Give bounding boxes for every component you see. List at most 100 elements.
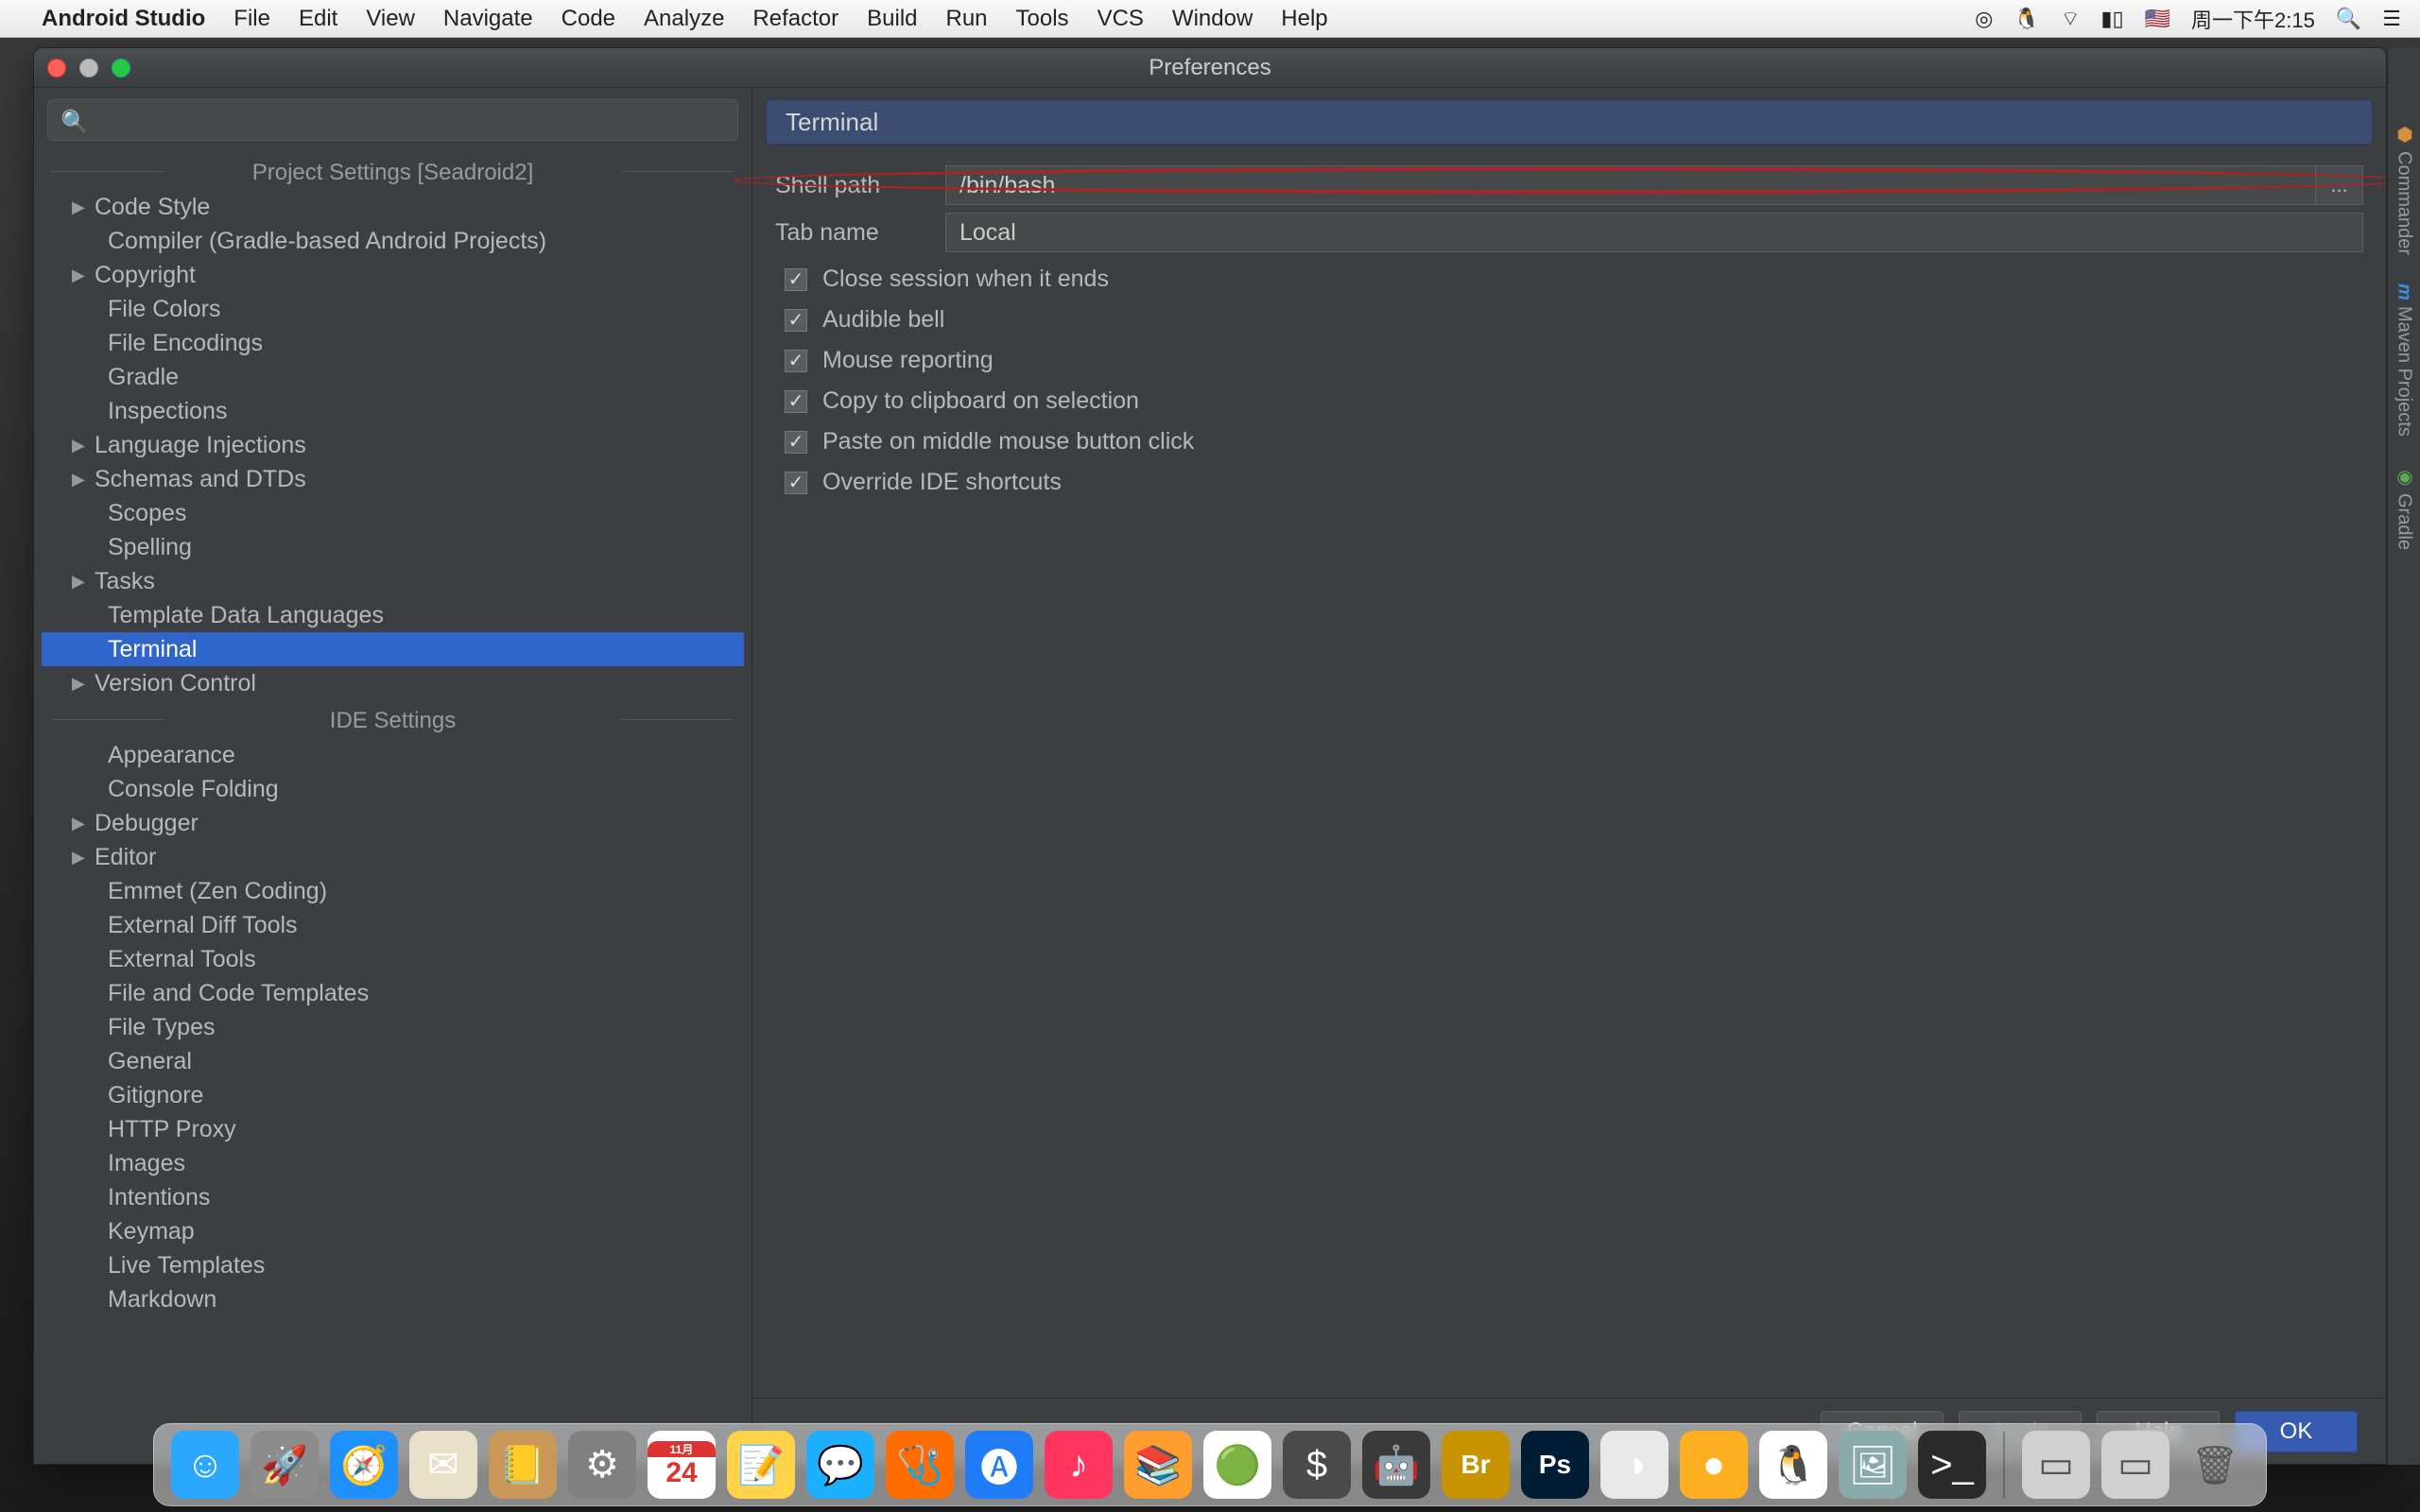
notification-center-icon[interactable]: ☰ <box>2382 7 2401 31</box>
checkbox-row[interactable]: ✓Audible bell <box>785 306 2363 334</box>
shell-path-input[interactable] <box>945 165 2316 205</box>
tree-item-debugger[interactable]: ▶Debugger <box>42 806 744 840</box>
tree-item-general[interactable]: General <box>42 1044 744 1078</box>
dock-app-appstore[interactable]: 🅐 <box>965 1431 1033 1499</box>
tool-tab-maven[interactable]: mMaven Projects <box>2394 284 2415 437</box>
tree-item-schemas-and-dtds[interactable]: ▶Schemas and DTDs <box>42 462 744 496</box>
tree-item-http-proxy[interactable]: HTTP Proxy <box>42 1112 744 1146</box>
tree-item-appearance[interactable]: Appearance <box>42 738 744 772</box>
flag-icon[interactable]: 🇺🇸 <box>2145 7 2170 31</box>
dock-app-contacts[interactable]: 📒 <box>489 1431 557 1499</box>
checkbox[interactable]: ✓ <box>785 431 807 454</box>
tool-tab-gradle[interactable]: ◉Gradle <box>2393 465 2415 550</box>
tree-item-terminal[interactable]: Terminal <box>42 632 744 666</box>
dock-window2[interactable]: ▭ <box>2101 1431 2169 1499</box>
tree-item-external-diff-tools[interactable]: External Diff Tools <box>42 908 744 942</box>
dock-app-sysprefs[interactable]: ⚙ <box>568 1431 636 1499</box>
status-icon-1[interactable]: ◎ <box>1975 7 1993 31</box>
tree-item-spelling[interactable]: Spelling <box>42 530 744 564</box>
dock-app-calendar[interactable]: 11月24 <box>648 1431 716 1499</box>
tree-item-live-templates[interactable]: Live Templates <box>42 1248 744 1282</box>
menu-refactor[interactable]: Refactor <box>752 6 838 32</box>
tree-item-markdown[interactable]: Markdown <box>42 1282 744 1316</box>
tree-item-scopes[interactable]: Scopes <box>42 496 744 530</box>
menu-view[interactable]: View <box>366 6 415 32</box>
dock-app-bridge[interactable]: Br <box>1442 1431 1510 1499</box>
checkbox[interactable]: ✓ <box>785 309 807 332</box>
tab-name-input[interactable] <box>945 213 2363 252</box>
dock-app-photos[interactable]: 🖼 <box>1839 1431 1907 1499</box>
window-titlebar[interactable]: Preferences <box>34 48 2386 88</box>
clock[interactable]: 周一下午2:15 <box>2191 4 2315 34</box>
menu-code[interactable]: Code <box>562 6 615 32</box>
dock-app-chrome[interactable]: 🟢 <box>1203 1431 1271 1499</box>
checkbox-row[interactable]: ✓Paste on middle mouse button click <box>785 428 2363 455</box>
tree-item-inspections[interactable]: Inspections <box>42 394 744 428</box>
checkbox-row[interactable]: ✓Override IDE shortcuts <box>785 469 2363 496</box>
tree-item-console-folding[interactable]: Console Folding <box>42 772 744 806</box>
checkbox[interactable]: ✓ <box>785 350 807 372</box>
menu-analyze[interactable]: Analyze <box>644 6 724 32</box>
preferences-tree[interactable]: Project Settings [Seadroid2]▶Code StyleC… <box>34 152 752 1464</box>
tree-item-compiler-gradle-based-android-projects-[interactable]: Compiler (Gradle-based Android Projects) <box>42 224 744 258</box>
menu-vcs[interactable]: VCS <box>1098 6 1144 32</box>
browse-shell-button[interactable]: ... <box>2316 165 2363 205</box>
dock-app-messages[interactable]: 💬 <box>806 1431 874 1499</box>
menu-window[interactable]: Window <box>1172 6 1253 32</box>
dock-app-qq[interactable]: 🐧 <box>1759 1431 1827 1499</box>
dock-app-finder[interactable]: ☺ <box>171 1431 239 1499</box>
checkbox-row[interactable]: ✓Mouse reporting <box>785 347 2363 374</box>
tree-item-file-and-code-templates[interactable]: File and Code Templates <box>42 976 744 1010</box>
dock-app-terminal[interactable]: >_ <box>1918 1431 1986 1499</box>
dock-app-mail[interactable]: ✉ <box>409 1431 477 1499</box>
tree-item-images[interactable]: Images <box>42 1146 744 1180</box>
tree-item-intentions[interactable]: Intentions <box>42 1180 744 1214</box>
dock-app-launchpad[interactable]: 🚀 <box>251 1431 319 1499</box>
checkbox[interactable]: ✓ <box>785 472 807 494</box>
spotlight-icon[interactable]: 🔍 <box>2336 7 2361 31</box>
tree-item-editor[interactable]: ▶Editor <box>42 840 744 874</box>
menu-help[interactable]: Help <box>1281 6 1327 32</box>
dock-app-photoshop[interactable]: Ps <box>1521 1431 1589 1499</box>
dock-app-itunes[interactable]: ♪ <box>1045 1431 1113 1499</box>
status-icon-qq[interactable]: 🐧 <box>2014 7 2039 31</box>
tree-item-gradle[interactable]: Gradle <box>42 360 744 394</box>
dock-app-app2[interactable]: ● <box>1680 1431 1748 1499</box>
tree-item-language-injections[interactable]: ▶Language Injections <box>42 428 744 462</box>
checkbox[interactable]: ✓ <box>785 268 807 291</box>
app-name[interactable]: Android Studio <box>42 6 205 32</box>
tree-item-emmet-zen-coding-[interactable]: Emmet (Zen Coding) <box>42 874 744 908</box>
menu-file[interactable]: File <box>233 6 270 32</box>
tree-item-code-style[interactable]: ▶Code Style <box>42 190 744 224</box>
checkbox[interactable]: ✓ <box>785 390 807 413</box>
dock-app-ibooks[interactable]: 📚 <box>1124 1431 1192 1499</box>
tree-item-external-tools[interactable]: External Tools <box>42 942 744 976</box>
dock-app-notes[interactable]: 📝 <box>727 1431 795 1499</box>
checkbox-row[interactable]: ✓Close session when it ends <box>785 266 2363 293</box>
checkbox-row[interactable]: ✓Copy to clipboard on selection <box>785 387 2363 415</box>
preferences-search-input[interactable] <box>47 99 738 141</box>
wifi-icon[interactable]: ⌔ <box>2061 6 2081 32</box>
dock-app-eclipse[interactable]: ◑ <box>1600 1431 1668 1499</box>
menu-edit[interactable]: Edit <box>299 6 337 32</box>
menu-run[interactable]: Run <box>946 6 988 32</box>
dock-app-activity[interactable]: 🩺 <box>886 1431 954 1499</box>
macos-dock[interactable]: ☺🚀🧭✉📒⚙11月24📝💬🩺🅐♪📚🟢$🤖BrPs◑●🐧🖼>_▭▭🗑 <box>153 1423 2267 1506</box>
tree-item-file-encodings[interactable]: File Encodings <box>42 326 744 360</box>
dock-window1[interactable]: ▭ <box>2022 1431 2090 1499</box>
tool-tab-commander[interactable]: ⬢Commander <box>2393 123 2415 255</box>
tree-item-file-types[interactable]: File Types <box>42 1010 744 1044</box>
dock-app-sublime[interactable]: $ <box>1283 1431 1351 1499</box>
tree-item-tasks[interactable]: ▶Tasks <box>42 564 744 598</box>
menu-tools[interactable]: Tools <box>1016 6 1069 32</box>
menu-build[interactable]: Build <box>867 6 917 32</box>
tree-item-template-data-languages[interactable]: Template Data Languages <box>42 598 744 632</box>
dock-app-safari[interactable]: 🧭 <box>330 1431 398 1499</box>
menu-navigate[interactable]: Navigate <box>443 6 533 32</box>
tree-item-keymap[interactable]: Keymap <box>42 1214 744 1248</box>
tree-item-copyright[interactable]: ▶Copyright <box>42 258 744 292</box>
dock-app-androidstudio[interactable]: 🤖 <box>1362 1431 1430 1499</box>
dock-trash[interactable]: 🗑 <box>2181 1431 2249 1499</box>
tree-item-version-control[interactable]: ▶Version Control <box>42 666 744 700</box>
battery-icon[interactable]: ▮▯ <box>2100 7 2123 31</box>
